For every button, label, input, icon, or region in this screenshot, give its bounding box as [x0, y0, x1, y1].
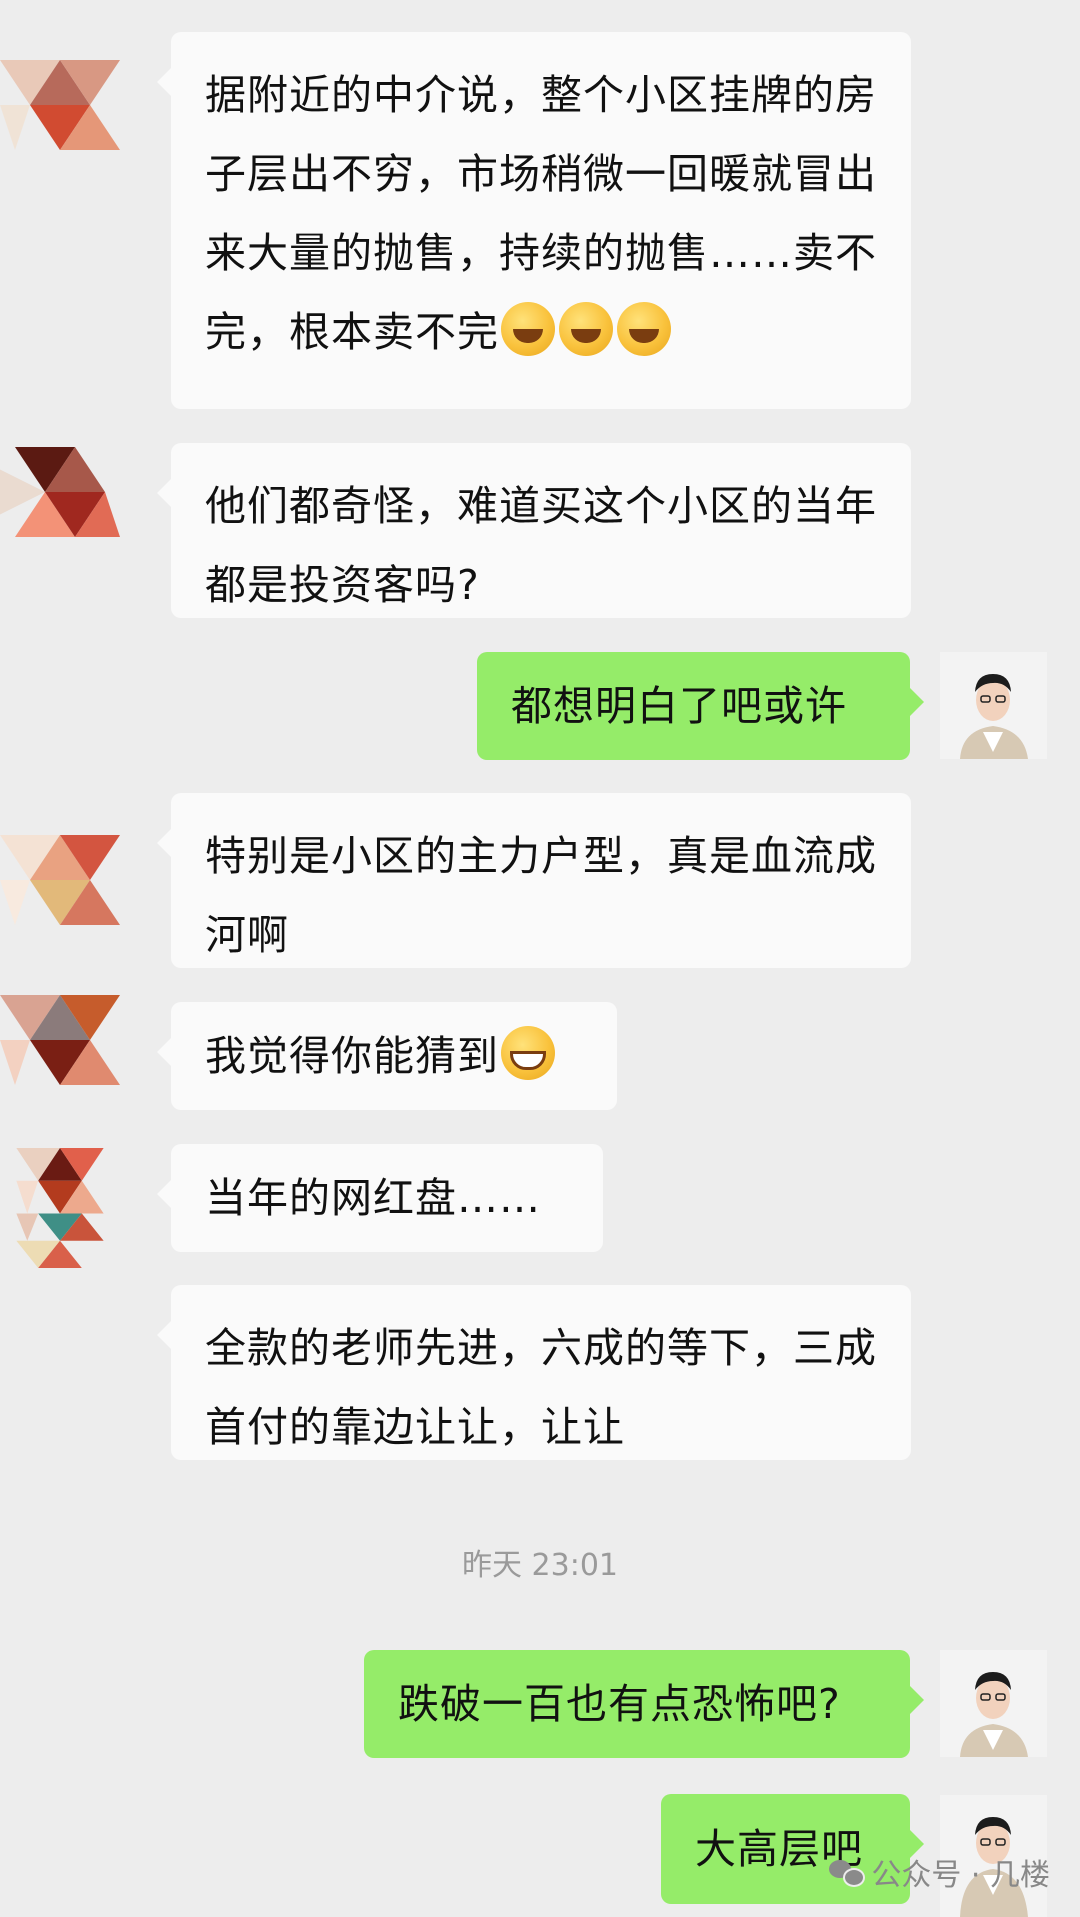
message-bubble[interactable]: 全款的老师先进，六成的等下，三成首付的靠边让让，让让: [157, 1285, 911, 1460]
message-bubble[interactable]: 特别是小区的主力户型，真是血流成河啊: [157, 793, 911, 968]
contact-avatar[interactable]: [0, 980, 120, 1100]
face-with-tears-of-joy-emoji: [501, 302, 555, 356]
self-avatar[interactable]: [940, 1650, 1047, 1757]
watermark-text: 公众号 · 几楼: [871, 1858, 1050, 1893]
message-text: 特别是小区的主力户型，真是血流成河啊: [205, 832, 877, 959]
message-bubble-outgoing[interactable]: 跌破一百也有点恐怖吧?: [364, 1650, 924, 1758]
face-with-tears-of-joy-emoji: [559, 302, 613, 356]
grinning-face-emoji: [501, 1026, 555, 1080]
message-text: 跌破一百也有点恐怖吧?: [398, 1680, 841, 1728]
message-text: 我觉得你能猜到: [205, 1032, 499, 1080]
message-bubble[interactable]: 据附近的中介说，整个小区挂牌的房子层出不穷，市场稍微一回暖就冒出来大量的抛售，持…: [157, 32, 911, 409]
contact-avatar[interactable]: [0, 45, 120, 165]
wechat-icon: [829, 1858, 866, 1887]
message-text: 都想明白了吧或许: [511, 682, 847, 730]
message-text: 全款的老师先进，六成的等下，三成首付的靠边让让，让让: [205, 1324, 877, 1451]
watermark: 公众号 · 几楼: [829, 1850, 1050, 1894]
contact-avatar[interactable]: [0, 820, 120, 940]
face-with-tears-of-joy-emoji: [617, 302, 671, 356]
contact-avatar[interactable]: [0, 1148, 120, 1268]
message-bubble[interactable]: 我觉得你能猜到: [157, 1002, 617, 1110]
message-bubble[interactable]: 当年的网红盘……: [157, 1144, 603, 1252]
contact-avatar[interactable]: [0, 432, 120, 552]
message-text: 他们都奇怪，难道买这个小区的当年都是投资客吗?: [205, 482, 877, 609]
timestamp: 昨天 23:01: [462, 1548, 618, 1583]
self-avatar[interactable]: [940, 652, 1047, 759]
message-text: 当年的网红盘……: [205, 1174, 541, 1222]
message-bubble-outgoing[interactable]: 都想明白了吧或许: [477, 652, 924, 760]
message-bubble[interactable]: 他们都奇怪，难道买这个小区的当年都是投资客吗?: [157, 443, 911, 618]
